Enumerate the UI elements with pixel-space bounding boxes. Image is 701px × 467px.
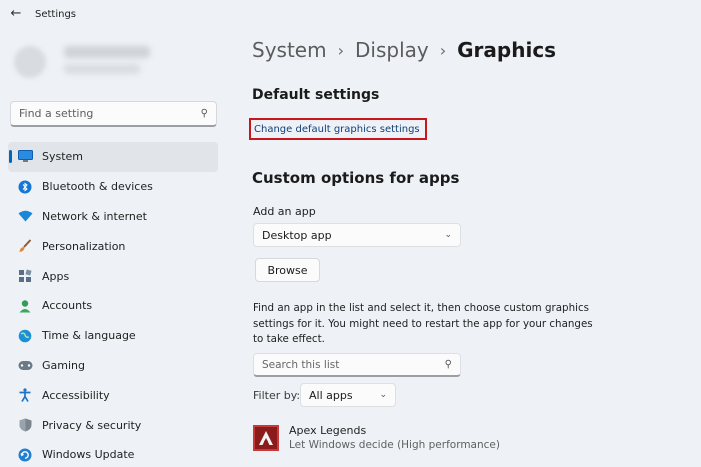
search-list-placeholder[interactable]: Search this list — [262, 359, 445, 371]
page-title: Graphics — [457, 38, 557, 62]
app-type-value: Desktop app — [262, 228, 332, 242]
sidebar-item-network[interactable]: Network & internet — [8, 202, 218, 232]
filter-dropdown[interactable]: All apps ⌄ — [300, 383, 396, 407]
apex-legends-icon — [253, 425, 279, 451]
search-list-input[interactable]: Search this list ⚲ — [253, 353, 461, 377]
search-placeholder[interactable]: Find a setting — [19, 107, 201, 120]
monitor-icon — [17, 149, 33, 165]
wifi-icon — [17, 208, 33, 224]
apps-icon — [17, 268, 33, 284]
back-arrow-icon[interactable]: ← — [9, 7, 23, 21]
sidebar-item-label: Accessibility — [42, 388, 110, 402]
sidebar-item-apps[interactable]: Apps — [8, 261, 218, 291]
find-setting-search[interactable]: Find a setting ⚲ — [10, 101, 217, 127]
sidebar-item-label: Windows Update — [42, 448, 135, 462]
sidebar-item-label: System — [42, 150, 84, 164]
custom-options-heading: Custom options for apps — [252, 169, 460, 187]
sidebar-item-gaming[interactable]: Gaming — [8, 351, 218, 381]
sidebar-item-label: Privacy & security — [42, 418, 142, 432]
chevron-down-icon: ⌄ — [379, 390, 387, 400]
custom-description: Find an app in the list and select it, t… — [253, 302, 593, 345]
sidebar-item-bluetooth[interactable]: Bluetooth & devices — [8, 172, 218, 202]
sidebar-item-label: Accounts — [42, 299, 93, 313]
sidebar-item-windows-update[interactable]: Windows Update — [8, 440, 218, 467]
avatar[interactable] — [14, 46, 46, 78]
globe-icon — [17, 328, 33, 344]
breadcrumb-display[interactable]: Display — [355, 38, 429, 62]
search-icon[interactable]: ⚲ — [445, 359, 452, 370]
highlight-box: Change default graphics settings — [249, 118, 427, 140]
sidebar-item-label: Personalization — [42, 239, 126, 253]
filter-value: All apps — [309, 388, 353, 402]
sidebar-item-label: Time & language — [42, 329, 136, 343]
sidebar-item-label: Gaming — [42, 358, 85, 372]
sidebar-nav: System Bluetooth & devices Network & int… — [8, 142, 218, 467]
search-icon[interactable]: ⚲ — [201, 108, 208, 119]
default-settings-heading: Default settings — [252, 87, 380, 103]
sidebar-item-label: Network & internet — [42, 209, 147, 223]
chevron-right-icon: › — [439, 40, 447, 60]
update-icon — [17, 447, 33, 463]
profile-email-blurred — [64, 64, 140, 74]
sidebar-item-privacy-security[interactable]: Privacy & security — [8, 410, 218, 440]
browse-button[interactable]: Browse — [255, 258, 320, 282]
sidebar-item-label: Apps — [42, 269, 70, 283]
chevron-down-icon: ⌄ — [444, 230, 452, 240]
sidebar-item-accounts[interactable]: Accounts — [8, 291, 218, 321]
sidebar-item-accessibility[interactable]: Accessibility — [8, 380, 218, 410]
app-title: Settings — [35, 9, 77, 20]
app-type-dropdown[interactable]: Desktop app ⌄ — [253, 223, 461, 247]
sidebar-item-label: Bluetooth & devices — [42, 180, 153, 194]
profile-name-blurred — [64, 46, 150, 58]
app-setting: Let Windows decide (High performance) — [289, 439, 500, 451]
add-app-label: Add an app — [253, 205, 316, 218]
person-icon — [17, 298, 33, 314]
app-name: Apex Legends — [289, 424, 367, 437]
bluetooth-icon — [17, 179, 33, 195]
sidebar-item-time-language[interactable]: Time & language — [8, 321, 218, 351]
gamepad-icon — [17, 357, 33, 373]
sidebar-item-system[interactable]: System — [8, 142, 218, 172]
shield-icon — [17, 417, 33, 433]
list-item[interactable]: Apex Legends Let Windows decide (High pe… — [253, 421, 500, 455]
sidebar-item-personalization[interactable]: Personalization — [8, 231, 218, 261]
brush-icon — [17, 238, 33, 254]
accessibility-icon — [17, 387, 33, 403]
chevron-right-icon: › — [337, 40, 344, 60]
breadcrumb: System › Display › Graphics — [252, 38, 556, 62]
title-bar: ← Settings — [0, 0, 701, 30]
breadcrumb-system[interactable]: System — [252, 38, 327, 62]
change-default-graphics-link[interactable]: Change default graphics settings — [254, 124, 420, 135]
filter-label: Filter by: — [253, 389, 301, 402]
